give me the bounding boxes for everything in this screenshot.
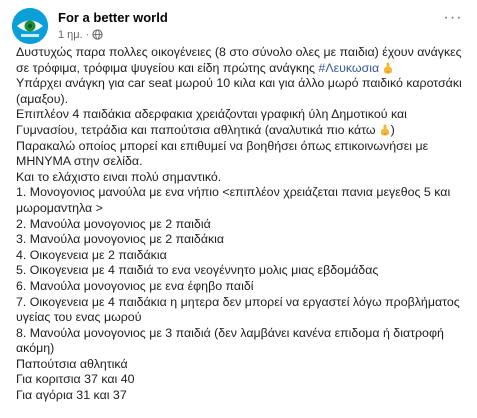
facebook-post: For a better world 1 ημ. · ··· Δυστυχώς π…: [0, 0, 477, 418]
page-name-link[interactable]: For a better world: [58, 10, 168, 25]
page-avatar[interactable]: [12, 8, 48, 44]
post-paragraph: Για αγόρια 31 και 37: [16, 388, 127, 403]
post-header: For a better world 1 ημ. · ···: [12, 8, 465, 44]
globe-icon[interactable]: [92, 29, 103, 40]
list-item: 2. Μανούλα μονογονιος με 2 παιδιά: [16, 216, 211, 231]
post-line: Δυστυχώς παρα πολλες οικογένειες (8 στο …: [16, 45, 462, 75]
list-item: 3. Μανούλα μονογονιος με 2 παιδάκια: [16, 232, 225, 247]
list-item: 1. Μονογονιος μανούλα με ενα νήπιο <επιπ…: [16, 185, 451, 215]
post-paragraph: Υπάρχει ανάγκη για car seat μωρού 10 κιλ…: [16, 76, 462, 106]
list-item: 8. Μανούλα μονογονιος με 3 παιδιά (δεν λ…: [16, 325, 444, 356]
hashtag-link[interactable]: #Λευκωσια: [318, 61, 379, 75]
post-paragraph: Παρακαλώ οποίος μπορεί και επιθυμεί να β…: [16, 138, 429, 169]
eye-logo-icon: [12, 8, 48, 44]
pointing-down-emoji: [380, 124, 389, 136]
list-item: 4. Οικογενεια με 2 παιδάκια: [16, 247, 167, 262]
post-time[interactable]: 1 ημ.: [58, 29, 83, 41]
list-item: 6. Μανούλα μονογονιος με ενα έφηβο παιδί: [16, 278, 254, 293]
pointing-down-emoji: [384, 62, 393, 74]
post-line-end: ): [390, 122, 395, 137]
post-paragraph: Παπούτσια αθλητικά: [16, 356, 128, 371]
list-item: 5. Οικογενεια με 4 παιδιά το ενα νεογένν…: [16, 263, 379, 278]
post-paragraph: Δυστυχώς παρα πολλες οικογένειες (8 στο …: [16, 45, 468, 76]
post-body: Δυστυχώς παρα πολλες οικογένειες (8 στο …: [16, 45, 468, 404]
post-paragraph: Και το ελάχιστο ειναι πολύ σημαντικό.: [16, 169, 222, 184]
post-paragraph: Για κοριτσια 37 και 40: [16, 372, 135, 387]
meta-separator: ·: [85, 29, 90, 41]
list-item: 7. Οικογενεια με 4 παιδάκια η μητερα δεν…: [16, 294, 460, 325]
post-paragraph: Επιπλέον 4 παιδάκια αδερφακια χρειάζοντα…: [16, 107, 468, 138]
post-line: Επιπλέον 4 παιδάκια αδερφακια χρειάζοντα…: [16, 107, 407, 137]
post-meta: 1 ημ. ·: [58, 29, 103, 41]
more-options-icon[interactable]: ···: [441, 10, 465, 30]
